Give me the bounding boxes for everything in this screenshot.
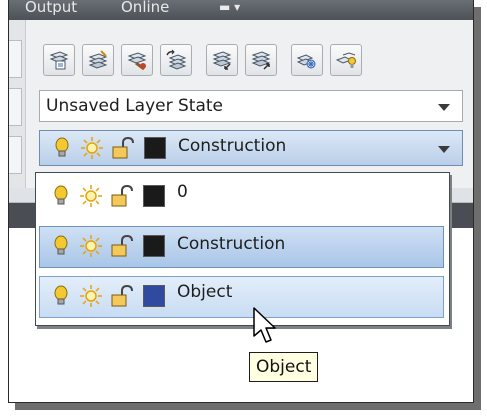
layer-freeze-button[interactable] [291,44,323,76]
layer-states-icon [88,50,108,69]
adjacent-panel-edge [9,20,26,188]
lightbulb-icon[interactable] [49,284,73,308]
mouse-pointer-icon [253,307,276,343]
unlocked-padlock-icon[interactable] [109,284,133,308]
layer-color-swatch[interactable] [144,137,166,159]
layer-list-item-selected[interactable]: Construction [39,226,444,268]
tab-output[interactable]: Output [25,0,77,16]
layer-previous-icon [166,49,187,70]
layer-properties-button[interactable] [43,44,75,76]
layer-list-item-hovered[interactable]: Object [39,276,444,318]
lightbulb-icon[interactable] [50,136,74,160]
chevron-down-icon[interactable] [438,146,450,153]
layer-off-icon [335,52,356,68]
layer-isolate-icon [212,51,232,70]
tooltip: Object [249,352,319,382]
layer-name: Construction [177,234,286,254]
layer-color-swatch[interactable] [143,285,165,307]
layer-dropdown[interactable]: Construction [39,130,463,166]
layer-color-swatch[interactable] [143,185,165,207]
layer-dropdown-list: 0 Construction Object [35,172,450,326]
tab-overflow-icon[interactable]: ▬ ▾ [219,0,240,14]
adjacent-control[interactable] [9,136,22,174]
layer-previous-button[interactable] [160,44,192,76]
sun-icon[interactable] [80,136,104,160]
lightbulb-icon[interactable] [49,234,73,258]
layer-list-item[interactable]: 0 [39,176,444,218]
layer-state-value: Unsaved Layer State [46,96,224,116]
tab-online[interactable]: Online [121,0,169,16]
layers-panel: Unsaved Layer State Construction [9,20,473,188]
layer-unisolate-button[interactable] [245,44,277,76]
unlocked-padlock-icon[interactable] [109,184,133,208]
layer-freeze-icon [296,54,316,69]
layer-name: 0 [177,182,188,202]
sun-icon[interactable] [79,184,103,208]
layer-match-button[interactable] [121,44,153,76]
sun-icon[interactable] [79,284,103,308]
sun-icon[interactable] [79,234,103,258]
layer-isolate-button[interactable] [206,44,238,76]
adjacent-control[interactable] [9,40,22,78]
lightbulb-icon[interactable] [49,184,73,208]
layer-color-swatch[interactable] [143,235,165,257]
chevron-down-icon[interactable] [438,104,450,111]
layer-state-dropdown[interactable]: Unsaved Layer State [39,90,463,122]
app-window: Output Online ▬ ▾ Unsaved Layer State Co… [8,0,474,403]
layer-properties-icon [49,51,69,70]
unlocked-padlock-icon[interactable] [109,234,133,258]
ribbon-tab-bar: Output Online ▬ ▾ [9,0,473,20]
layer-off-button[interactable] [330,44,362,76]
layer-unisolate-icon [251,51,271,70]
unlocked-padlock-icon[interactable] [110,136,134,160]
adjacent-control[interactable] [9,88,22,126]
layer-match-icon [127,52,147,71]
layer-states-button[interactable] [82,44,114,76]
selected-layer-name: Construction [178,136,287,156]
layer-name: Object [177,282,233,302]
